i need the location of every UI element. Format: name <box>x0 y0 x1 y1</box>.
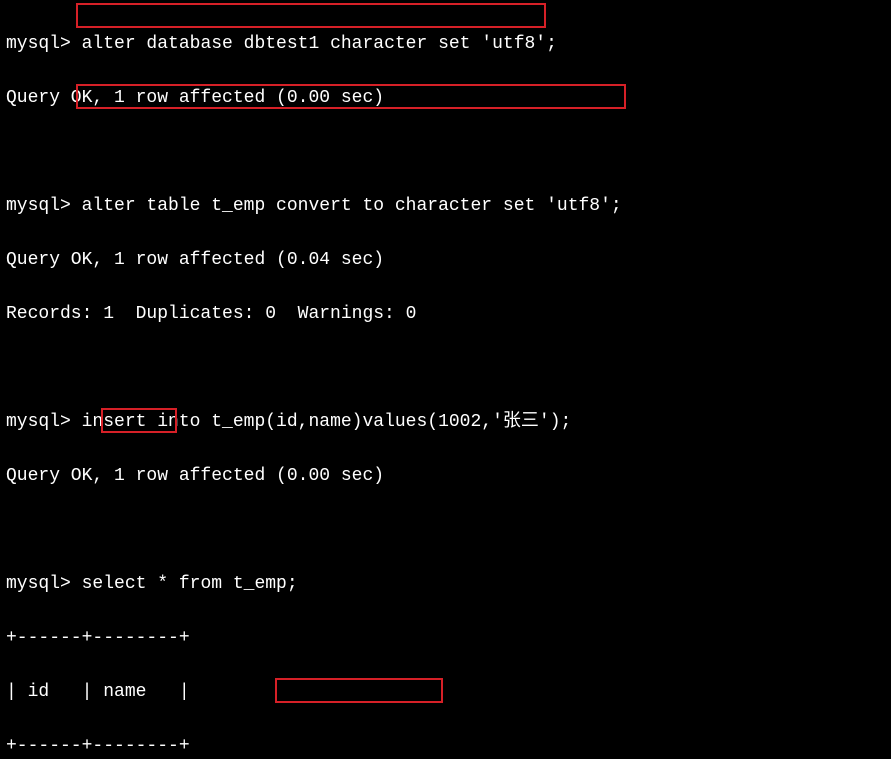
cmd-line-4: mysql> select * from t_emp; <box>6 571 891 598</box>
prompt: mysql> <box>6 574 82 594</box>
table-header: | id | name | <box>6 679 891 706</box>
cmd-line-1: mysql> alter database dbtest1 character … <box>6 31 891 58</box>
result-1: Query OK, 1 row affected (0.00 sec) <box>6 85 891 112</box>
highlight-alter-database <box>76 3 546 28</box>
blank <box>6 355 891 382</box>
blank <box>6 517 891 544</box>
sql-alter-table: alter table t_emp convert to character s… <box>82 196 622 216</box>
prompt: mysql> <box>6 412 82 432</box>
result-2a: Query OK, 1 row affected (0.04 sec) <box>6 247 891 274</box>
sql-alter-database: alter database dbtest1 character set 'ut… <box>82 34 557 54</box>
sql-insert: insert into t_emp(id,name)values(1002,'张… <box>82 412 572 432</box>
table-border: +------+--------+ <box>6 733 891 759</box>
blank <box>6 139 891 166</box>
cmd-line-3: mysql> insert into t_emp(id,name)values(… <box>6 409 891 436</box>
prompt: mysql> <box>6 34 82 54</box>
prompt: mysql> <box>6 196 82 216</box>
cmd-line-2: mysql> alter table t_emp convert to char… <box>6 193 891 220</box>
mysql-terminal[interactable]: mysql> alter database dbtest1 character … <box>0 0 891 759</box>
sql-select: select * from t_emp; <box>82 574 298 594</box>
result-2b: Records: 1 Duplicates: 0 Warnings: 0 <box>6 301 891 328</box>
table-border: +------+--------+ <box>6 625 891 652</box>
result-3: Query OK, 1 row affected (0.00 sec) <box>6 463 891 490</box>
